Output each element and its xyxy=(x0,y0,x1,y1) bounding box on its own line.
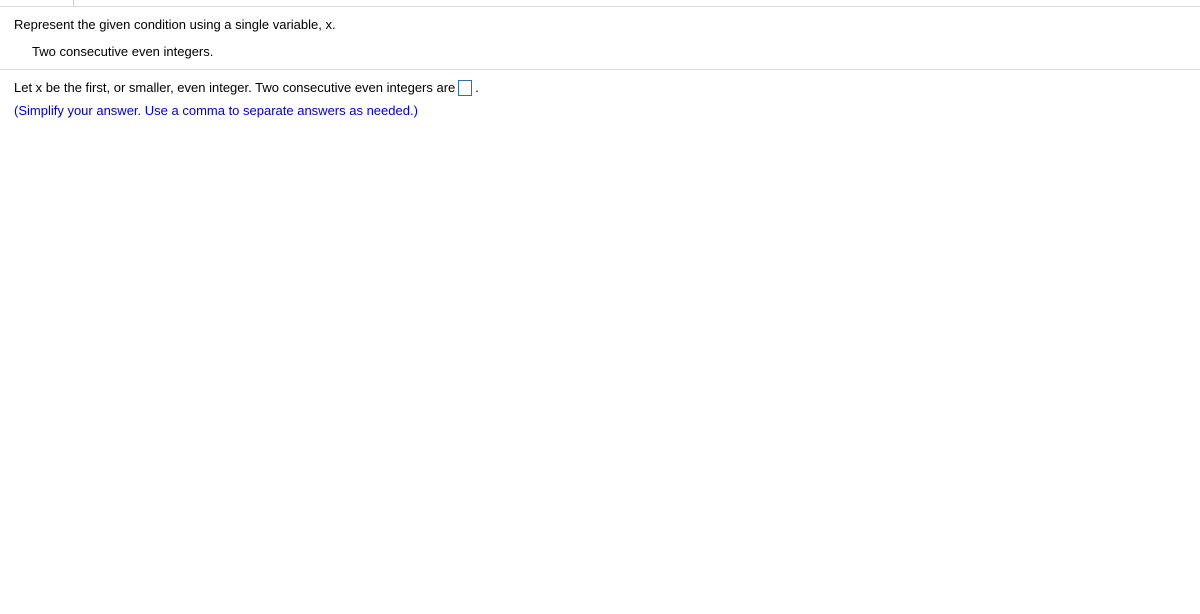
question-block: Represent the given condition using a si… xyxy=(0,7,1200,70)
answer-block: Let x be the first, or smaller, even int… xyxy=(0,70,1200,122)
answer-lead-text: Let x be the first, or smaller, even int… xyxy=(14,78,455,99)
answer-input[interactable] xyxy=(458,80,472,96)
answer-line: Let x be the first, or smaller, even int… xyxy=(14,78,1200,99)
answer-trail-text: . xyxy=(475,78,479,99)
question-condition: Two consecutive even integers. xyxy=(14,44,1200,59)
question-prompt: Represent the given condition using a si… xyxy=(14,17,1200,32)
answer-hint: (Simplify your answer. Use a comma to se… xyxy=(14,101,1200,122)
tab-notch xyxy=(73,0,74,7)
top-bar xyxy=(0,0,1200,7)
